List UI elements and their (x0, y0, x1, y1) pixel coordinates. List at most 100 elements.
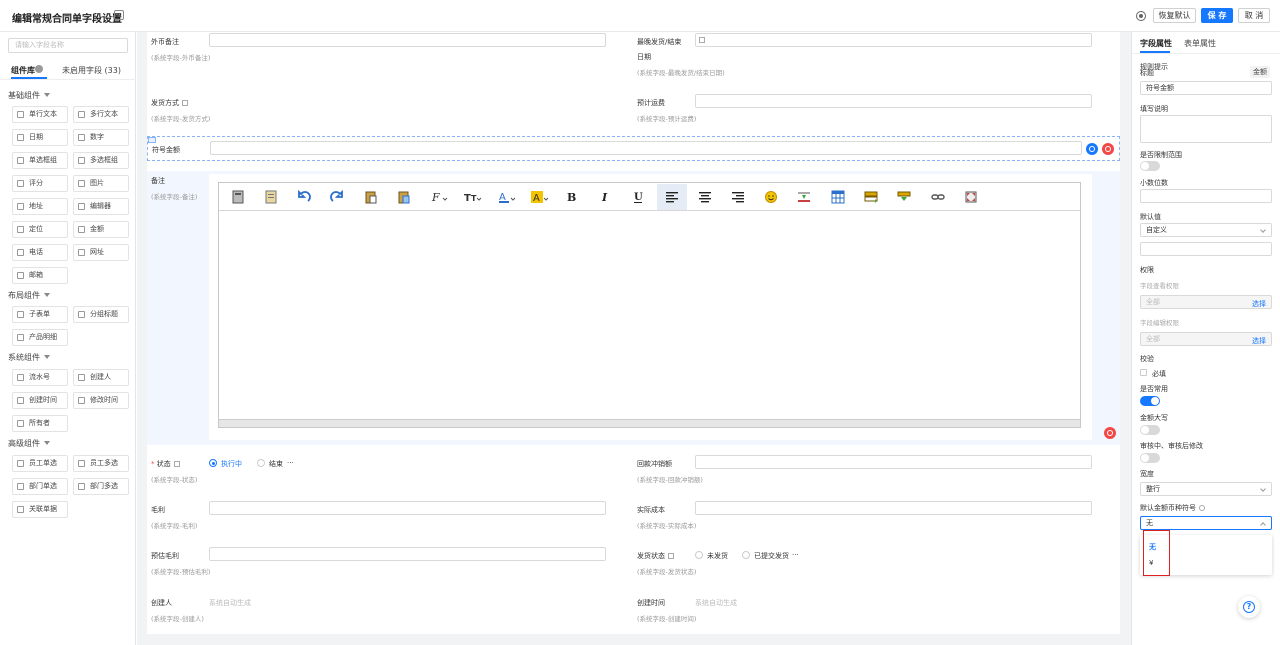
refund-offset-input[interactable] (695, 455, 1092, 469)
group-title-basic[interactable]: 基础组件 (8, 90, 50, 101)
comp-number[interactable]: 数字 (73, 129, 129, 146)
comp-serial-no[interactable]: 流水号 (12, 369, 68, 386)
required-label[interactable]: 必填 (1152, 369, 1166, 379)
paste-icon[interactable] (364, 190, 378, 204)
italic-icon[interactable]: I (598, 190, 612, 204)
delete-remark-icon[interactable] (1104, 427, 1116, 439)
source-code-icon[interactable] (231, 190, 245, 204)
status-radio-executing[interactable] (209, 459, 217, 467)
uppercase-switch[interactable] (1140, 425, 1160, 435)
view-permission-input[interactable]: 全部 选择 (1140, 295, 1272, 309)
fullscreen-icon[interactable] (964, 190, 978, 204)
align-left-icon[interactable] (665, 190, 679, 204)
copy-field-icon[interactable] (1086, 143, 1098, 155)
audit-modify-switch[interactable] (1140, 453, 1160, 463)
insert-link-icon[interactable] (931, 190, 945, 204)
comp-phone[interactable]: 电话 (12, 244, 68, 261)
field-search-input[interactable]: 请输入字段名称 (8, 38, 128, 53)
comp-radio-group[interactable]: 单选框组 (12, 152, 68, 169)
gross-profit-input[interactable] (209, 501, 606, 515)
undo-icon[interactable] (297, 190, 311, 204)
status-radio-finished[interactable] (257, 459, 265, 467)
comp-amount[interactable]: 金额 (73, 221, 129, 238)
comp-employee-single[interactable]: 员工单选 (12, 455, 68, 472)
emoji-icon[interactable] (764, 190, 778, 204)
ship-status-more[interactable]: ··· (792, 551, 799, 559)
ship-status-option-submitted[interactable]: 已提交发货 (754, 551, 789, 561)
foreign-remark-input[interactable] (209, 33, 606, 47)
comp-creator[interactable]: 创建人 (73, 369, 129, 386)
comp-date[interactable]: 日期 (12, 129, 68, 146)
save-button[interactable]: 保 存 (1201, 8, 1233, 23)
comp-address[interactable]: 地址 (12, 198, 68, 215)
tab-field-properties[interactable]: 字段属性 (1140, 38, 1172, 49)
tab-form-properties[interactable]: 表单属性 (1184, 38, 1216, 49)
help-button[interactable]: ? (1238, 596, 1260, 618)
comp-modify-time[interactable]: 修改时间 (73, 392, 129, 409)
comp-dept-single[interactable]: 部门单选 (12, 478, 68, 495)
status-option-executing[interactable]: 执行中 (221, 459, 242, 469)
comp-email[interactable]: 邮箱 (12, 267, 68, 284)
status-more[interactable]: ··· (287, 459, 294, 467)
group-title-layout[interactable]: 布局组件 (8, 290, 50, 301)
comp-group-title[interactable]: 分组标题 (73, 306, 129, 323)
ship-status-radio-submitted[interactable] (742, 551, 750, 559)
comp-image[interactable]: 图片 (73, 175, 129, 192)
symbol-amount-input[interactable] (210, 141, 1082, 155)
comp-url[interactable]: 网址 (73, 244, 129, 261)
align-right-icon[interactable] (731, 190, 745, 204)
edit-title-icon[interactable] (114, 10, 124, 20)
common-switch[interactable] (1140, 396, 1160, 406)
font-family-icon[interactable]: F (431, 190, 449, 204)
comp-linked-doc[interactable]: 关联单据 (12, 501, 68, 518)
est-gross-input[interactable] (209, 547, 606, 561)
delete-field-icon[interactable] (1102, 143, 1114, 155)
comp-employee-multi[interactable]: 员工多选 (73, 455, 129, 472)
comp-rating[interactable]: 评分 (12, 175, 68, 192)
edit-permission-choose[interactable]: 选择 (1252, 335, 1266, 347)
redo-icon[interactable] (330, 190, 344, 204)
tab-component-library[interactable]: 组件库 (11, 65, 35, 76)
background-color-icon[interactable]: A (531, 190, 549, 204)
est-freight-input[interactable] (695, 94, 1092, 108)
paste-text-icon[interactable] (397, 190, 411, 204)
settings-icon[interactable] (1136, 11, 1146, 21)
comp-positioning[interactable]: 定位 (12, 221, 68, 238)
help-icon[interactable] (1199, 505, 1205, 511)
comp-product-detail[interactable]: 产品明细 (12, 329, 68, 346)
help-icon[interactable] (35, 65, 43, 73)
default-value-input[interactable] (1140, 242, 1272, 256)
font-size-icon[interactable]: TT (464, 190, 482, 204)
decimals-input[interactable] (1140, 189, 1272, 203)
description-textarea[interactable] (1140, 115, 1272, 143)
view-permission-choose[interactable]: 选择 (1252, 298, 1266, 310)
bold-icon[interactable]: B (564, 190, 578, 204)
tab-unused-fields[interactable]: 未启用字段 (33) (62, 65, 121, 76)
comp-create-time[interactable]: 创建时间 (12, 392, 68, 409)
actual-cost-input[interactable] (695, 501, 1092, 515)
rich-text-editor[interactable]: F TT A A B I U (218, 182, 1081, 428)
horizontal-rule-icon[interactable] (797, 190, 811, 204)
insert-column-icon[interactable] (897, 190, 911, 204)
restore-default-button[interactable]: 恢复默认 (1153, 8, 1196, 23)
group-title-system[interactable]: 系统组件 (8, 352, 50, 363)
comp-checkbox-group[interactable]: 多选框组 (73, 152, 129, 169)
status-option-finished[interactable]: 结束 (269, 459, 283, 469)
insert-table-icon[interactable] (831, 190, 845, 204)
required-checkbox[interactable] (1140, 369, 1147, 376)
cancel-button[interactable]: 取 消 (1238, 8, 1270, 23)
default-value-select[interactable]: 自定义 (1140, 223, 1272, 237)
amount-tag[interactable]: 金额 (1250, 66, 1270, 78)
comp-subform[interactable]: 子表单 (12, 306, 68, 323)
insert-row-icon[interactable] (864, 190, 878, 204)
title-input[interactable]: 符号金额 (1140, 81, 1272, 95)
align-center-icon[interactable] (698, 190, 712, 204)
group-title-advanced[interactable]: 高级组件 (8, 438, 50, 449)
comp-multi-text[interactable]: 多行文本 (73, 106, 129, 123)
latest-ship-date-input[interactable] (695, 33, 1092, 47)
comp-dept-multi[interactable]: 部门多选 (73, 478, 129, 495)
limit-range-switch[interactable] (1140, 161, 1160, 171)
underline-icon[interactable]: U (631, 190, 645, 204)
font-color-icon[interactable]: A (498, 190, 516, 204)
comp-editor[interactable]: 编辑器 (73, 198, 129, 215)
